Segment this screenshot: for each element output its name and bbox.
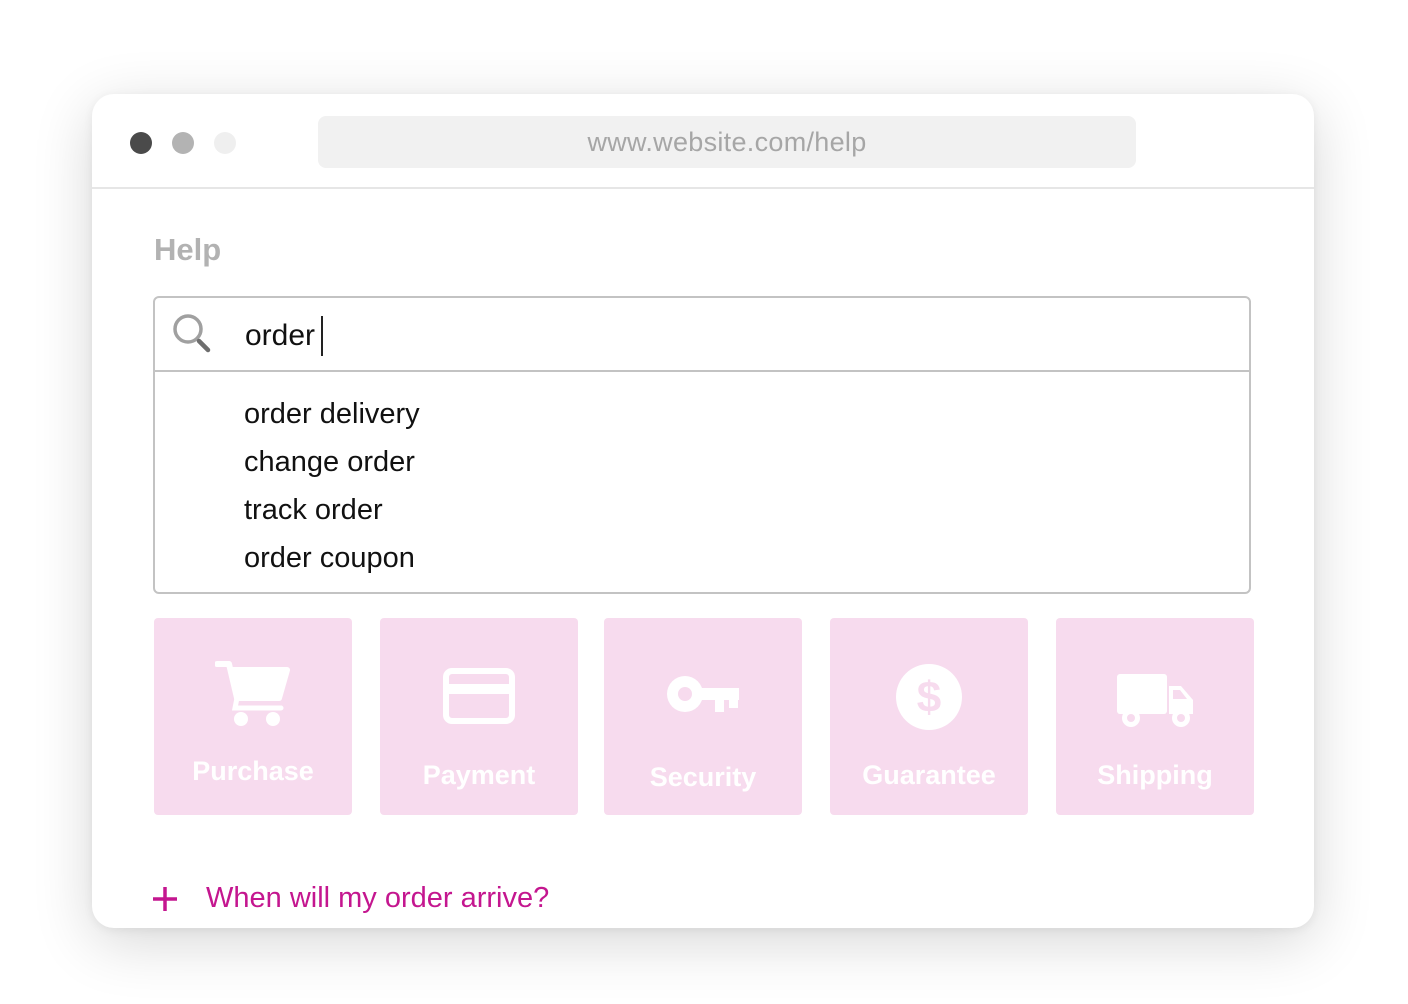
category-tile-guarantee[interactable]: $ Guarantee	[830, 618, 1028, 815]
search-input-value: order	[245, 319, 316, 352]
category-label: Guarantee	[862, 760, 996, 790]
browser-titlebar: www.website.com/help	[92, 94, 1314, 189]
category-tile-shipping[interactable]: Shipping	[1056, 618, 1254, 815]
dollar-icon: $	[896, 664, 962, 730]
search-box: order order delivery change order track …	[153, 296, 1251, 594]
key-icon	[667, 676, 739, 712]
cart-icon	[215, 661, 290, 726]
suggestion-item[interactable]: order delivery	[244, 390, 420, 438]
faq-question[interactable]: When will my order arrive?	[206, 882, 549, 915]
category-label: Security	[649, 762, 757, 792]
search-row[interactable]: order	[155, 298, 1249, 372]
plus-icon[interactable]	[150, 884, 180, 914]
suggestion-list: order delivery change order track order …	[244, 390, 420, 582]
window-close-button[interactable]	[130, 132, 152, 154]
category-tile-purchase[interactable]: Purchase	[154, 618, 352, 815]
search-icon	[173, 314, 211, 353]
category-label: Purchase	[192, 756, 314, 786]
category-tile-payment[interactable]: Payment	[380, 618, 578, 815]
category-tile-security[interactable]: Security	[604, 618, 802, 815]
faq-item[interactable]: When will my order arrive?	[150, 882, 549, 915]
credit-card-icon	[443, 668, 515, 724]
address-bar[interactable]: www.website.com/help	[318, 116, 1136, 168]
suggestion-item[interactable]: change order	[244, 438, 420, 486]
category-label: Shipping	[1097, 760, 1213, 790]
window-minimize-button[interactable]	[172, 132, 194, 154]
browser-window: www.website.com/help Help order order de…	[92, 94, 1314, 928]
suggestion-item[interactable]: track order	[244, 486, 420, 534]
svg-text:$: $	[917, 673, 941, 722]
search-input[interactable]: order	[245, 316, 324, 356]
window-maximize-button[interactable]	[214, 132, 236, 154]
text-caret	[321, 316, 324, 356]
category-label: Payment	[422, 760, 536, 790]
truck-icon	[1117, 674, 1193, 727]
suggestion-item[interactable]: order coupon	[244, 534, 420, 582]
page-title: Help	[154, 232, 222, 267]
